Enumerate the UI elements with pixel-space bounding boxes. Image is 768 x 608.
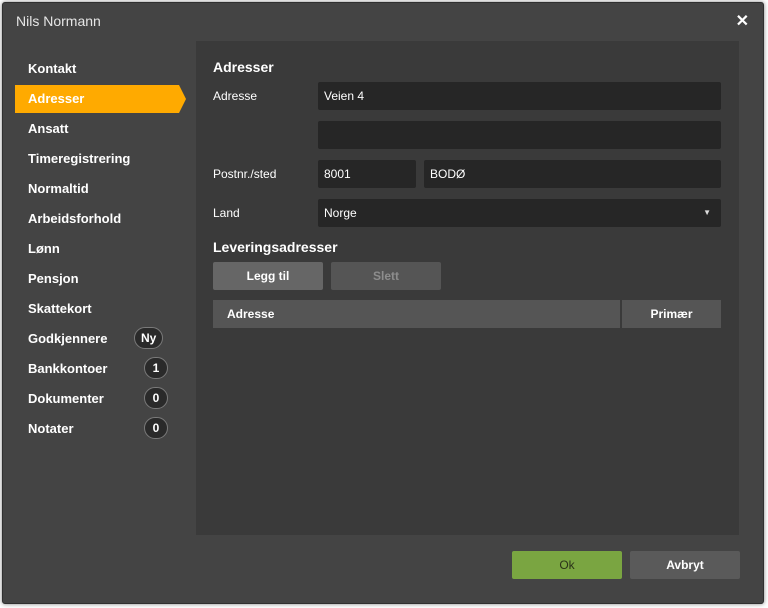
sidebar-item-label: Normaltid (28, 181, 89, 196)
address-label: Adresse (213, 89, 258, 103)
address-line1-input[interactable]: Veien 4 (318, 82, 721, 110)
count-badge: 1 (144, 357, 168, 379)
section-title: Adresser (213, 59, 274, 75)
sidebar-item-dokumenter[interactable]: Dokumenter 0 (15, 385, 179, 413)
address-line2-input[interactable] (318, 121, 721, 149)
postal-code-input[interactable]: 8001 (318, 160, 416, 188)
count-badge: 0 (144, 417, 168, 439)
sidebar-item-normaltid[interactable]: Normaltid (15, 175, 179, 203)
sidebar-item-label: Godkjennere (28, 331, 108, 346)
sidebar-item-label: Dokumenter (28, 391, 104, 406)
sidebar-item-arbeidsforhold[interactable]: Arbeidsforhold (15, 205, 179, 233)
sidebar-item-label: Lønn (28, 241, 60, 256)
postal-label: Postnr./sted (213, 167, 277, 181)
sidebar-item-ansatt[interactable]: Ansatt (15, 115, 179, 143)
sidebar-item-adresser[interactable]: Adresser (15, 85, 186, 113)
sidebar-item-timeregistrering[interactable]: Timeregistrering (15, 145, 179, 173)
column-header-primary[interactable]: Primær (622, 300, 721, 328)
delete-button[interactable]: Slett (331, 262, 441, 290)
column-header-address[interactable]: Adresse (213, 300, 620, 328)
sidebar-item-label: Arbeidsforhold (28, 211, 122, 226)
sidebar-item-label: Ansatt (28, 121, 69, 136)
dialog-title: Nils Normann (16, 13, 101, 29)
sidebar-item-label: Timeregistrering (28, 151, 131, 166)
sidebar-item-label: Notater (28, 421, 74, 436)
sidebar-item-skattekort[interactable]: Skattekort (15, 295, 179, 323)
sidebar-item-lonn[interactable]: Lønn (15, 235, 179, 263)
chevron-down-icon: ▼ (703, 208, 711, 217)
count-badge: 0 (144, 387, 168, 409)
sidebar-item-label: Kontakt (28, 61, 77, 76)
sidebar-item-bankkontoer[interactable]: Bankkontoer 1 (15, 355, 179, 383)
main-panel: Adresser Adresse Veien 4 Postnr./sted 80… (196, 41, 739, 535)
sidebar-item-label: Pensjon (28, 271, 79, 286)
ok-button[interactable]: Ok (512, 551, 622, 579)
country-value: Norge (324, 206, 357, 220)
close-icon[interactable]: ✕ (736, 11, 749, 31)
sidebar-item-label: Skattekort (28, 301, 92, 316)
country-label: Land (213, 206, 240, 220)
city-input[interactable]: BODØ (424, 160, 721, 188)
sidebar-item-kontakt[interactable]: Kontakt (15, 55, 179, 83)
delivery-section-title: Leveringsadresser (213, 239, 338, 255)
sidebar-item-label: Adresser (28, 91, 85, 106)
cancel-button[interactable]: Avbryt (630, 551, 740, 579)
sidebar-item-pensjon[interactable]: Pensjon (15, 265, 179, 293)
dialog: Nils Normann ✕ Kontakt Adresser Ansatt T… (2, 2, 764, 604)
sidebar-item-notater[interactable]: Notater 0 (15, 415, 179, 443)
add-button[interactable]: Legg til (213, 262, 323, 290)
sidebar-item-label: Bankkontoer (28, 361, 108, 376)
country-select[interactable]: Norge ▼ (318, 199, 721, 227)
sidebar-item-godkjennere[interactable]: Godkjennere Ny (15, 325, 179, 353)
new-badge: Ny (134, 327, 164, 349)
